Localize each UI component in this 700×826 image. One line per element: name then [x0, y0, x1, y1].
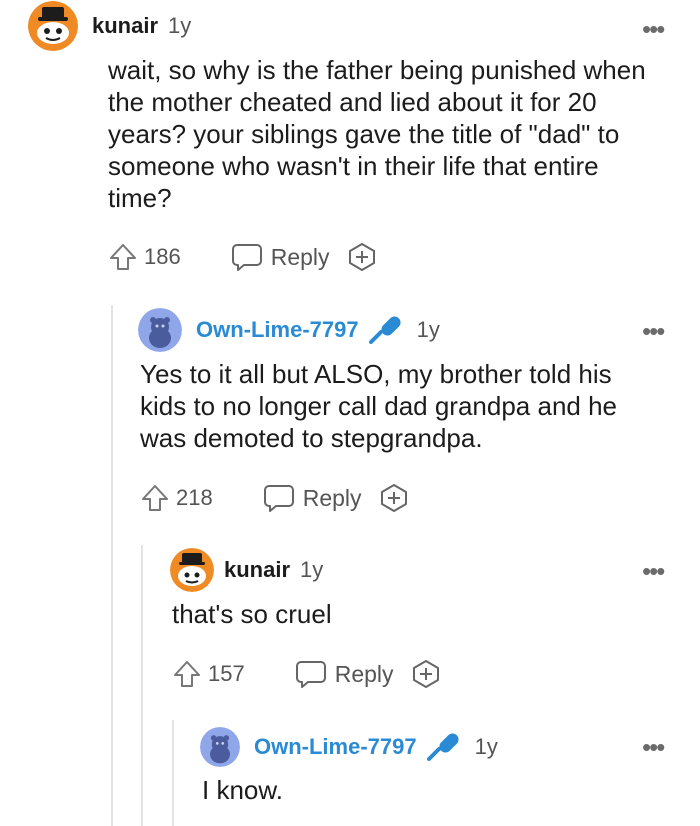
comment-body: Yes to it all but ALSO, my brother told …: [140, 359, 618, 453]
reply-label: Reply: [270, 243, 330, 270]
award-plus-icon: [380, 484, 407, 512]
reply-button[interactable]: Reply: [231, 242, 330, 272]
snoo-avatar-icon: [28, 1, 78, 51]
more-options-icon[interactable]: •••: [642, 558, 665, 584]
timestamp: 1y: [168, 13, 192, 38]
snoo-avatar-icon: [138, 308, 182, 352]
vote-count: 186: [144, 244, 181, 269]
username[interactable]: Own-Lime-7797: [196, 317, 359, 343]
upvote-arrow-icon: [174, 661, 200, 687]
speech-bubble-icon: [263, 485, 294, 512]
vote-count: 218: [176, 485, 213, 510]
speech-bubble-icon: [295, 661, 326, 688]
upvote-button[interactable]: 186: [108, 242, 181, 272]
username[interactable]: kunair: [92, 13, 158, 39]
comment-body: I know.: [202, 775, 283, 805]
avatar[interactable]: [170, 548, 214, 592]
more-options-icon[interactable]: •••: [642, 734, 665, 760]
vote-count: 157: [208, 661, 245, 686]
timestamp: 1y: [474, 734, 498, 759]
microphone-icon: [367, 314, 403, 346]
thread-line-level-3[interactable]: [172, 720, 174, 826]
avatar[interactable]: [138, 308, 182, 352]
username[interactable]: Own-Lime-7797: [254, 734, 417, 760]
award-button[interactable]: [346, 241, 378, 273]
upvote-button[interactable]: 218: [140, 483, 213, 513]
thread-line-level-1[interactable]: [111, 305, 113, 826]
comment-body: wait, so why is the father being punishe…: [108, 55, 646, 213]
thread-line-level-2[interactable]: [141, 545, 143, 826]
more-options-icon[interactable]: •••: [642, 16, 665, 42]
username[interactable]: kunair: [224, 557, 290, 583]
award-plus-icon: [412, 660, 439, 688]
award-button[interactable]: [378, 482, 410, 514]
snoo-avatar-icon: [200, 727, 240, 767]
timestamp: 1y: [416, 317, 440, 342]
reply-button[interactable]: Reply: [263, 483, 362, 513]
reply-label: Reply: [302, 484, 362, 511]
comment-body: that's so cruel: [172, 599, 332, 629]
speech-bubble-icon: [231, 244, 262, 271]
upvote-button[interactable]: 157: [172, 659, 245, 689]
award-plus-icon: [348, 243, 375, 271]
reply-label: Reply: [334, 660, 394, 687]
microphone-icon: [425, 731, 461, 763]
avatar[interactable]: [28, 1, 78, 51]
more-options-icon[interactable]: •••: [642, 318, 665, 344]
upvote-arrow-icon: [142, 485, 168, 511]
reply-button[interactable]: Reply: [295, 659, 394, 689]
award-button[interactable]: [410, 658, 442, 690]
snoo-avatar-icon: [170, 548, 214, 592]
avatar[interactable]: [200, 727, 240, 767]
timestamp: 1y: [300, 557, 324, 582]
upvote-arrow-icon: [110, 244, 136, 270]
